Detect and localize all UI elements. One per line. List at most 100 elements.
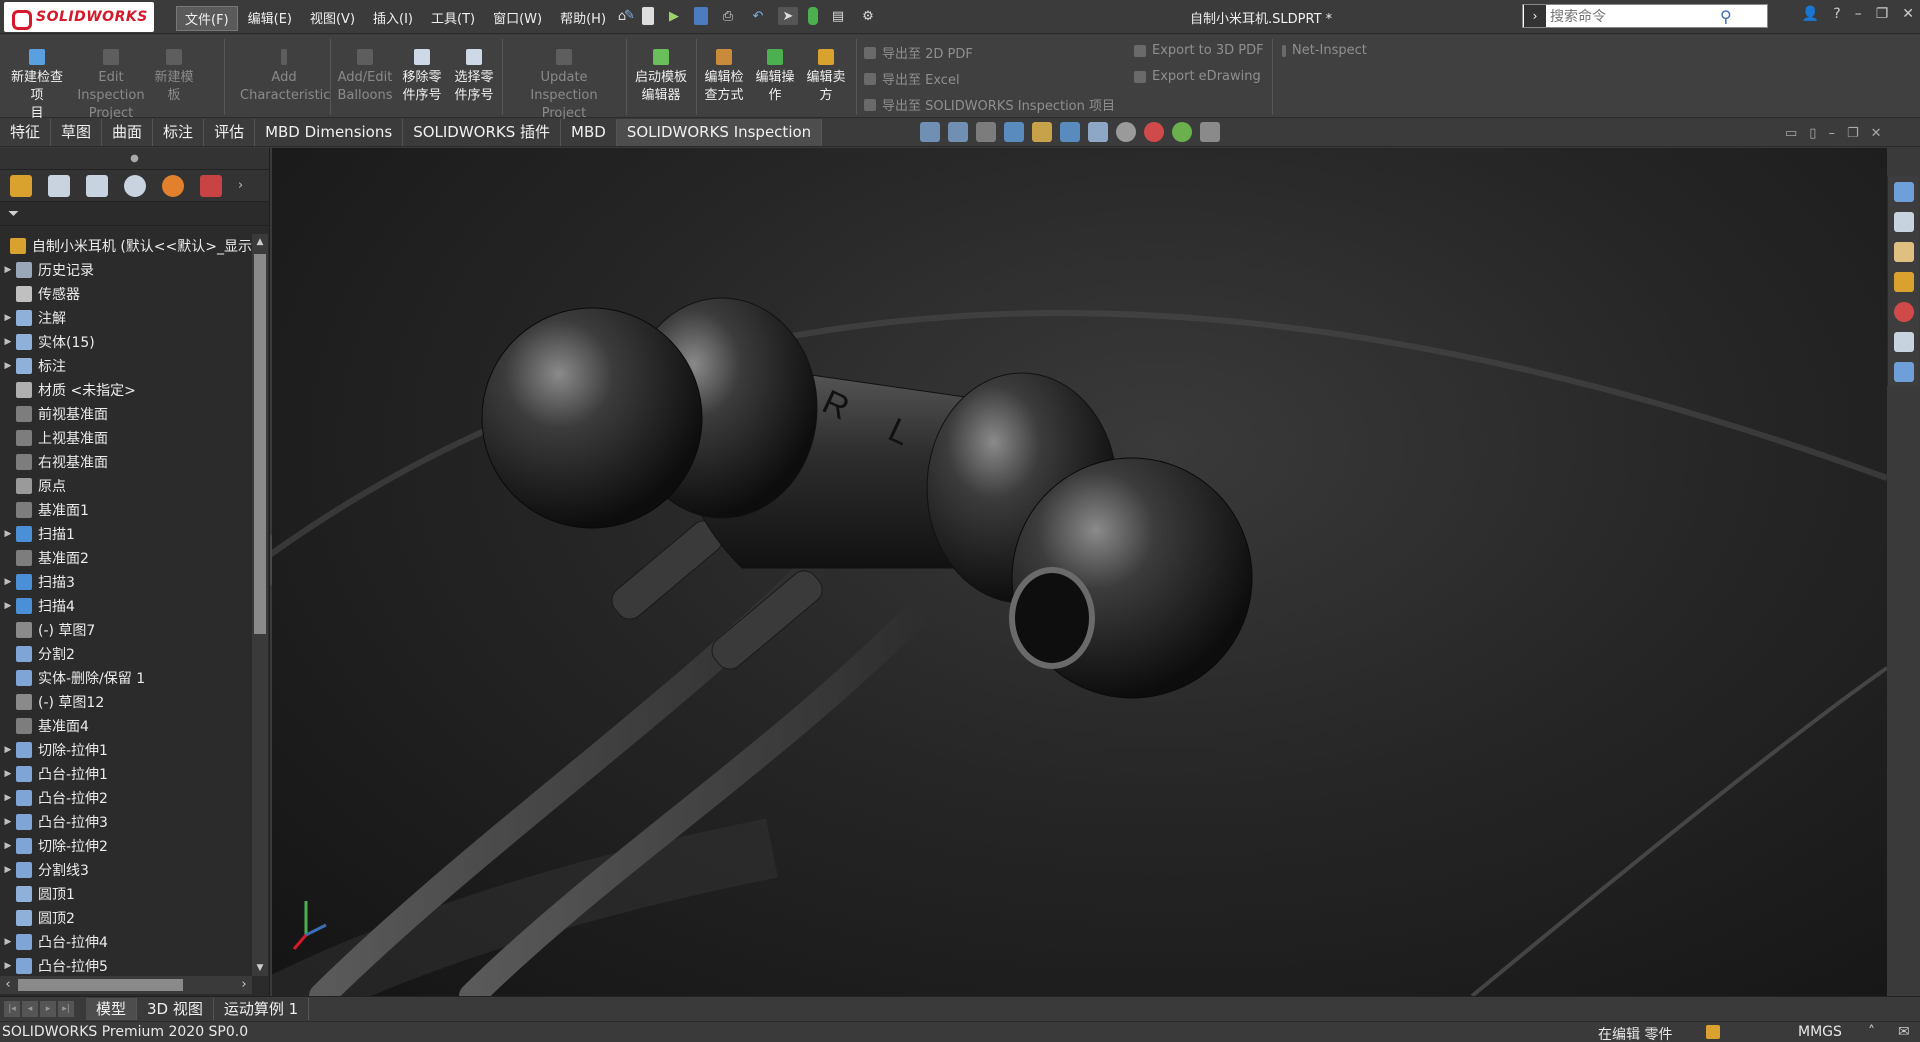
- tree-item[interactable]: 圆顶2: [0, 906, 252, 930]
- help-icon[interactable]: ?: [1833, 6, 1840, 22]
- custom-properties-icon[interactable]: [1893, 332, 1914, 352]
- expand-arrow-icon[interactable]: ▶: [0, 361, 16, 371]
- home-icon[interactable]: ⌂: [612, 7, 632, 25]
- update-inspection-project-button[interactable]: Update Inspection Project: [506, 49, 622, 123]
- traffic-light-icon[interactable]: [808, 7, 818, 25]
- open-icon[interactable]: ▶: [664, 7, 684, 25]
- last-tab-icon[interactable]: ▸|: [58, 1000, 74, 1017]
- expand-arrow-icon[interactable]: ▶: [0, 817, 16, 827]
- tree-item[interactable]: (-) 草图7: [0, 618, 252, 642]
- undo-icon[interactable]: ↶: [748, 7, 768, 25]
- tree-item[interactable]: ▶ 扫描3: [0, 570, 252, 594]
- tab-markup[interactable]: 标注: [153, 119, 205, 146]
- minimize-icon[interactable]: –: [1855, 6, 1862, 22]
- tree-item[interactable]: ▶ 标注: [0, 354, 252, 378]
- user-icon[interactable]: 👤: [1802, 6, 1819, 22]
- file-properties-icon[interactable]: ▤: [828, 7, 848, 25]
- export-edrawing-button[interactable]: Export eDrawing: [1134, 69, 1261, 84]
- tab-evaluate[interactable]: 评估: [204, 119, 256, 146]
- forum-icon[interactable]: [1893, 362, 1914, 382]
- expand-arrow-icon[interactable]: ▶: [0, 865, 16, 875]
- unit-system-selector[interactable]: MMGS: [1798, 1024, 1842, 1040]
- select-balloon-button[interactable]: 选择零 件序号: [450, 49, 498, 105]
- remove-balloon-button[interactable]: 移除零 件序号: [398, 49, 446, 105]
- scroll-thumb[interactable]: [254, 254, 266, 634]
- tree-item[interactable]: ▶ 注解: [0, 306, 252, 330]
- tree-item[interactable]: ▶ 凸台-拉伸2: [0, 786, 252, 810]
- tree-item[interactable]: 右视基准面: [0, 450, 252, 474]
- edit-inspection-project-button[interactable]: Edit Inspection Project: [72, 49, 150, 123]
- view-orientation-icon[interactable]: [1060, 122, 1080, 142]
- expand-arrow-icon[interactable]: ▶: [0, 577, 16, 587]
- configuration-manager-tab-icon[interactable]: [86, 174, 108, 197]
- expand-arrow-icon[interactable]: ▶: [0, 265, 16, 275]
- graphics-area[interactable]: R L: [272, 148, 1887, 996]
- options-gear-icon[interactable]: ⚙: [858, 7, 878, 25]
- previous-view-icon[interactable]: [976, 122, 996, 142]
- tree-item[interactable]: 基准面2: [0, 546, 252, 570]
- minimize-doc-icon[interactable]: –: [1828, 126, 1835, 141]
- tab-mbd[interactable]: MBD: [561, 119, 617, 146]
- expand-arrow-icon[interactable]: ▶: [0, 529, 16, 539]
- dimxpert-manager-tab-icon[interactable]: [124, 174, 146, 197]
- tree-item[interactable]: ▶ 凸台-拉伸3: [0, 810, 252, 834]
- property-manager-tab-icon[interactable]: [48, 174, 70, 197]
- scroll-up-icon[interactable]: ▲: [252, 234, 268, 250]
- tree-item[interactable]: ▶ 凸台-拉伸4: [0, 930, 252, 954]
- tile-icon[interactable]: ▭: [1785, 126, 1797, 141]
- tab-solidworks-inspection[interactable]: SOLIDWORKS Inspection: [616, 119, 823, 146]
- tree-item[interactable]: ▶ 实体(15): [0, 330, 252, 354]
- search-input[interactable]: [1550, 8, 1720, 24]
- tab-mbd-dimensions[interactable]: MBD Dimensions: [255, 119, 404, 146]
- tab-surfaces[interactable]: 曲面: [102, 119, 154, 146]
- units-chevron-icon[interactable]: ˄: [1868, 1024, 1875, 1040]
- first-tab-icon[interactable]: |◂: [4, 1000, 20, 1017]
- panel-grip[interactable]: ●: [0, 148, 269, 170]
- tab-sketch[interactable]: 草图: [51, 119, 103, 146]
- next-tab-icon[interactable]: ▸: [40, 1000, 56, 1017]
- search-icon[interactable]: ⚲: [1720, 7, 1732, 26]
- view-settings-icon[interactable]: [1200, 122, 1220, 142]
- design-library-icon[interactable]: [1893, 212, 1914, 232]
- menu-window[interactable]: 窗口(W): [485, 6, 550, 31]
- scroll-down-icon[interactable]: ▼: [252, 960, 268, 976]
- tree-item[interactable]: 圆顶1: [0, 882, 252, 906]
- menu-file[interactable]: 文件(F): [176, 6, 238, 31]
- scroll-thumb[interactable]: [18, 979, 183, 991]
- tree-item[interactable]: 前视基准面: [0, 402, 252, 426]
- export-excel-button[interactable]: 导出至 Excel: [864, 69, 960, 88]
- tree-item[interactable]: 分割2: [0, 642, 252, 666]
- tree-item[interactable]: (-) 草图12: [0, 690, 252, 714]
- save-icon[interactable]: [694, 7, 708, 25]
- tree-root-part[interactable]: 自制小米耳机 (默认<<默认>_显示: [0, 234, 252, 258]
- expand-arrow-icon[interactable]: ▶: [0, 601, 16, 611]
- tree-item[interactable]: 上视基准面: [0, 426, 252, 450]
- expand-arrow-icon[interactable]: ▶: [0, 769, 16, 779]
- new-document-icon[interactable]: [642, 7, 654, 25]
- tab-model[interactable]: 模型: [86, 997, 138, 1020]
- edit-vendors-button[interactable]: 编辑卖 方: [802, 49, 850, 105]
- launch-template-editor-button[interactable]: 启动模板 编辑器: [630, 49, 692, 105]
- scroll-left-icon[interactable]: ‹: [0, 976, 16, 994]
- expand-arrow-icon[interactable]: ▶: [0, 937, 16, 947]
- tree-item[interactable]: ▶ 凸台-拉伸1: [0, 762, 252, 786]
- close-doc-icon[interactable]: ✕: [1871, 126, 1882, 141]
- tree-item[interactable]: 基准面4: [0, 714, 252, 738]
- expand-arrow-icon[interactable]: ▶: [0, 961, 16, 971]
- tree-item[interactable]: ▶ 扫描1: [0, 522, 252, 546]
- tab-solidworks-addins[interactable]: SOLIDWORKS 插件: [403, 119, 562, 146]
- tree-item[interactable]: ▶ 分割线3: [0, 858, 252, 882]
- tree-item[interactable]: 材质 <未指定>: [0, 378, 252, 402]
- export-inspection-project-button[interactable]: 导出至 SOLIDWORKS Inspection 项目: [864, 95, 1115, 114]
- menu-edit[interactable]: 编辑(E): [240, 6, 300, 31]
- select-pointer-icon[interactable]: ➤: [778, 7, 798, 25]
- new-template-button[interactable]: 新建模 板: [150, 49, 198, 105]
- expand-arrow-icon[interactable]: ▶: [0, 337, 16, 347]
- notifications-icon[interactable]: ✉: [1898, 1024, 1910, 1040]
- tree-item[interactable]: ▶ 扫描4: [0, 594, 252, 618]
- scroll-right-icon[interactable]: ›: [236, 976, 252, 994]
- net-inspect-button[interactable]: Net-Inspect: [1282, 43, 1367, 58]
- add-characteristic-button[interactable]: Add Characteristic: [240, 49, 330, 105]
- dynamic-annotation-icon[interactable]: [1032, 122, 1052, 142]
- edit-operations-button[interactable]: 编辑操 作: [752, 49, 798, 105]
